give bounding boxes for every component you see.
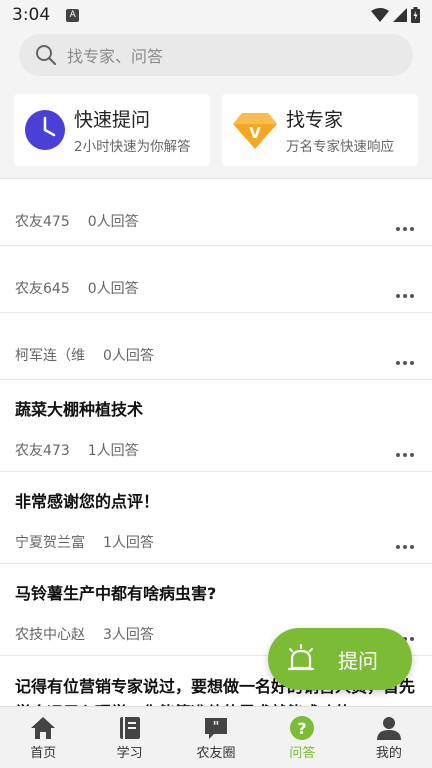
answer-count: 1人回答	[87, 443, 139, 459]
clock-icon	[25, 110, 65, 150]
diamond-v-icon: V	[233, 113, 277, 149]
tab-home[interactable]: 首页	[0, 707, 86, 768]
quick-actions: 快速提问 2小时快速为你解答 V 找专家 万名专家快速响应	[0, 82, 432, 178]
svg-text:V: V	[249, 124, 261, 142]
quick-ask-title: 快速提问	[74, 109, 151, 131]
answer-count: 0人回答	[103, 348, 154, 364]
notification-icon: A	[66, 8, 80, 22]
signal-icon	[393, 8, 407, 22]
answer-count: 3人回答	[103, 627, 154, 643]
list-item[interactable]: 柯军连（维 0人回答	[0, 313, 432, 380]
ask-question-label: 提问	[338, 648, 378, 673]
question-title: 非常感谢您的点评！	[15, 492, 160, 511]
find-expert-card[interactable]: V 找专家 万名专家快速响应	[222, 94, 418, 166]
answer-count: 0人回答	[87, 214, 139, 230]
asker-name: 农友475	[15, 214, 70, 230]
answer-count: 0人回答	[87, 281, 139, 297]
search-icon	[36, 45, 57, 66]
bottom-tab-bar: 首页 学习 " 农友圈 ? 问答 我的	[0, 706, 432, 768]
status-bar: 3:04 A	[0, 0, 432, 30]
home-icon	[31, 717, 56, 739]
list-item[interactable]: 非常感谢您的点评！ 宁夏贺兰富 1人回答	[0, 472, 432, 564]
chat-quote-icon: "	[205, 718, 228, 739]
find-expert-title: 找专家	[286, 109, 344, 131]
ask-question-button[interactable]: 提问	[268, 628, 412, 690]
answer-count: 1人回答	[103, 535, 154, 551]
search-area: 找专家、问答	[0, 30, 432, 82]
more-options-icon[interactable]	[396, 361, 414, 365]
person-icon	[376, 717, 401, 740]
quick-ask-subtitle: 2小时快速为你解答	[74, 139, 191, 155]
quick-ask-card[interactable]: 快速提问 2小时快速为你解答	[14, 94, 210, 166]
more-options-icon[interactable]	[396, 294, 414, 298]
wifi-icon	[371, 8, 389, 22]
question-icon: ?	[290, 716, 315, 740]
tab-label: 学习	[116, 746, 143, 761]
list-item[interactable]: 农友645 0人回答	[0, 246, 432, 313]
tab-qa[interactable]: ? 问答	[259, 707, 345, 768]
tab-label: 首页	[30, 746, 57, 761]
asker-name: 农友645	[15, 281, 70, 297]
more-options-icon[interactable]	[396, 227, 414, 231]
asker-name: 宁夏贺兰富	[15, 535, 85, 551]
svg-text:": "	[213, 720, 220, 735]
battery-icon	[411, 7, 420, 23]
tab-mine[interactable]: 我的	[346, 707, 432, 768]
question-title: 马铃薯生产中都有啥病虫害?	[15, 584, 217, 603]
question-title: 蔬菜大棚种植技术	[15, 400, 144, 419]
more-options-icon[interactable]	[396, 453, 414, 457]
tab-label: 农友圈	[196, 746, 236, 761]
asker-name: 农技中心赵	[15, 627, 85, 643]
tab-study[interactable]: 学习	[86, 707, 172, 768]
alarm-icon	[287, 644, 315, 671]
tab-label: 问答	[289, 746, 316, 761]
svg-text:?: ?	[298, 719, 307, 738]
search-placeholder: 找专家、问答	[67, 47, 164, 66]
book-icon	[119, 717, 140, 739]
question-list: 农友475 0人回答 农友645 0人回答 柯军连（维 0人回答 蔬菜大棚种植技术 农…	[0, 178, 432, 706]
tab-label: 我的	[375, 746, 402, 761]
list-item[interactable]: 蔬菜大棚种植技术 农友473 1人回答	[0, 380, 432, 472]
list-item[interactable]: 农友475 0人回答	[0, 179, 432, 246]
asker-name: 柯军连（维	[15, 348, 85, 364]
status-time: 3:04	[12, 5, 51, 25]
search-input[interactable]: 找专家、问答	[19, 34, 413, 76]
status-icons	[371, 7, 420, 23]
find-expert-subtitle: 万名专家快速响应	[286, 139, 394, 155]
more-options-icon[interactable]	[396, 545, 414, 549]
tab-community[interactable]: " 农友圈	[173, 707, 259, 768]
asker-name: 农友473	[15, 443, 70, 459]
